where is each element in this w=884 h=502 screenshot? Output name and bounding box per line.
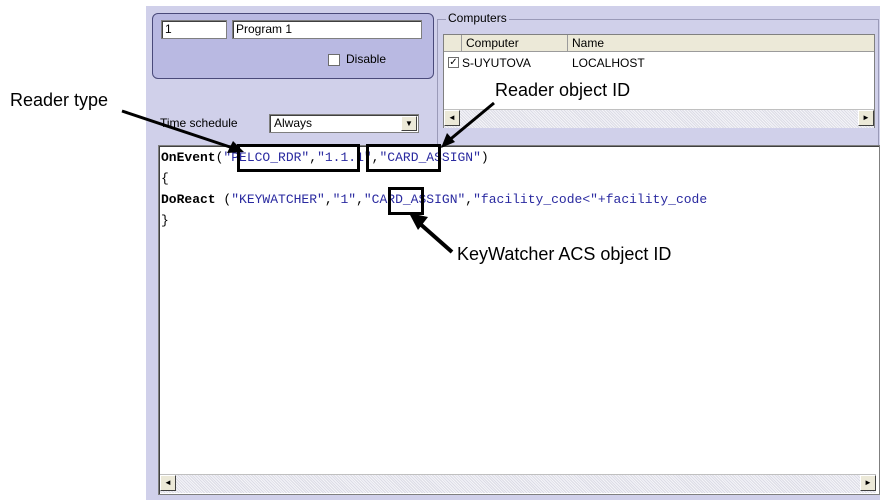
editor-hscrollbar[interactable]: ◄ ► [160, 474, 876, 493]
list-corner-header [444, 35, 462, 52]
scroll-right-button[interactable]: ► [860, 475, 876, 491]
time-schedule-value: Always [274, 116, 313, 130]
name-cell: LOCALHOST [572, 56, 645, 70]
keywatcher-id-arg: "1" [332, 192, 357, 207]
comma: , [356, 192, 364, 207]
reader-type-annotation: Reader type [10, 90, 109, 110]
time-schedule-select[interactable]: Always ▼ [269, 114, 419, 133]
script-line-4: } [161, 213, 169, 228]
row-checkbox[interactable]: ✓ [448, 57, 459, 68]
script-line-3: DoReact ("KEYWATCHER","1","CARD_ASSIGN",… [161, 192, 707, 208]
disable-checkbox[interactable] [328, 54, 340, 66]
program-name-field[interactable]: Program 1 [232, 20, 422, 39]
comma: , [324, 192, 333, 207]
scroll-left-button[interactable]: ◄ [160, 475, 176, 491]
keywatcher-id-annotation: KeyWatcher ACS object ID [457, 244, 672, 264]
column-header-name[interactable]: Name [568, 35, 874, 52]
comma: , [465, 192, 474, 207]
facility-code-arg: "facility_code<"+facility_code [473, 192, 708, 207]
program-id-field[interactable]: 1 [161, 20, 227, 39]
computers-hscrollbar[interactable]: ◄ ► [444, 109, 874, 128]
keywatcher-arg: "KEYWATCHER" [231, 192, 325, 207]
reader-id-highlight [366, 144, 441, 172]
paren: ) [480, 150, 489, 165]
paren: ( [215, 192, 232, 207]
reader-object-id-annotation: Reader object ID [495, 80, 631, 100]
disable-label: Disable [346, 52, 387, 66]
reader-type-highlight [237, 144, 360, 172]
scroll-right-button[interactable]: ► [858, 110, 874, 126]
keywatcher-id-highlight [388, 187, 424, 215]
column-header-computer[interactable]: Computer [462, 35, 568, 52]
script-line-2: { [161, 171, 169, 186]
table-row[interactable]: ✓ S-UYUTOVA LOCALHOST [446, 55, 866, 71]
time-schedule-label: Time schedule [160, 116, 238, 130]
doreact-keyword: DoReact [161, 192, 216, 207]
computer-cell: S-UYUTOVA [462, 56, 531, 70]
computers-group-title: Computers [446, 11, 509, 25]
onevent-keyword: OnEvent [161, 150, 216, 165]
chevron-down-icon[interactable]: ▼ [401, 116, 417, 131]
scroll-left-button[interactable]: ◄ [444, 110, 460, 126]
